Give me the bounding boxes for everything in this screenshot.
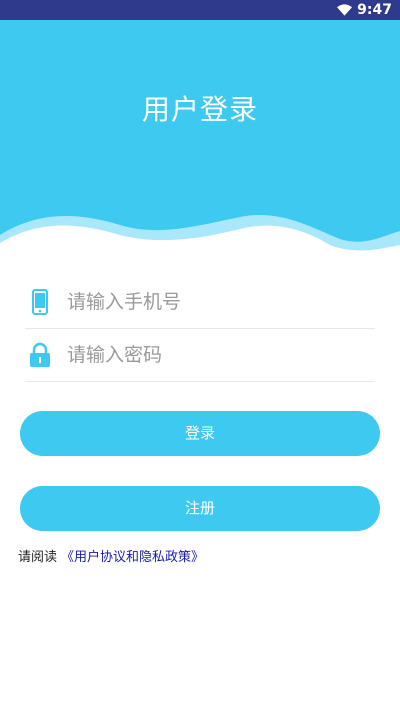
password-field-row xyxy=(25,328,375,382)
wifi-icon xyxy=(337,4,353,16)
password-input[interactable] xyxy=(67,334,357,375)
lock-icon xyxy=(25,340,55,370)
register-button[interactable]: 注册 xyxy=(20,486,380,531)
page-title: 用户登录 xyxy=(141,93,258,126)
agreement-notice: 请阅读 《用户协议和隐私政策》 xyxy=(18,546,204,565)
agreement-prefix: 请阅读 xyxy=(18,550,58,565)
privacy-policy-link[interactable]: 《用户协议和隐私政策》 xyxy=(61,550,204,565)
login-screen: 9:47 用户登录 登录 注册 请阅读《用户协 xyxy=(0,0,400,711)
status-time: 9:47 xyxy=(357,2,392,18)
phone-field-row xyxy=(25,275,375,329)
phone-input[interactable] xyxy=(67,281,357,322)
login-button[interactable]: 登录 xyxy=(20,411,380,456)
phone-icon xyxy=(25,287,55,317)
header-banner: 用户登录 xyxy=(0,20,400,265)
wave-decoration xyxy=(0,215,400,265)
status-bar: 9:47 xyxy=(0,0,400,20)
